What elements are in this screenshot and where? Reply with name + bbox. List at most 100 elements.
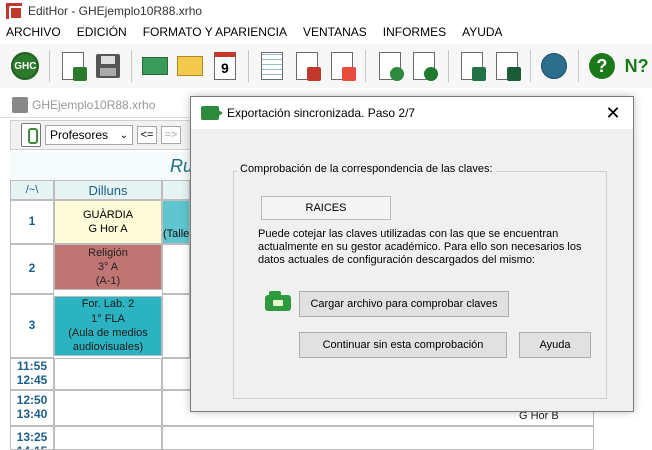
toolbar-separator [48, 50, 50, 82]
menu-ayuda[interactable]: AYUDA [454, 25, 510, 39]
web-multi-button[interactable] [409, 48, 440, 84]
row-label-time-2: 12:50 13:40 [10, 390, 54, 426]
toolbar-separator [577, 50, 579, 82]
row-label-time-3: 13:25 14:15 [10, 426, 54, 450]
app-title: EditHor - GHEjemplo10R88.xrho [28, 4, 203, 18]
grid-edit-icon [261, 52, 284, 80]
cell-text: (Talle [163, 227, 190, 240]
web-export-icon [378, 52, 404, 81]
toolbar-separator [248, 50, 250, 82]
users-icon [541, 53, 568, 79]
pdf-button[interactable] [292, 48, 323, 84]
edit-grid-button[interactable] [257, 48, 288, 84]
excel-multi-button[interactable] [491, 48, 522, 84]
cell-empty[interactable] [54, 390, 162, 426]
day-header-dilluns[interactable]: Dilluns [54, 180, 162, 200]
chevron-down-icon: ⌄ [119, 129, 128, 141]
cell-text: (A-1) [95, 275, 121, 288]
app-icon [6, 3, 23, 20]
menu-ventanas[interactable]: VENTANAS [295, 25, 375, 39]
cell-fol[interactable]: For. Lab. 2 1° FLA (Aula de medios audio… [54, 296, 162, 356]
load-file-button[interactable]: Cargar archivo para comprobar claves [299, 291, 509, 317]
menu-archivo[interactable]: ARCHIVO [0, 25, 69, 39]
view-select-value: Profesores [50, 128, 109, 142]
briefcase-icon [265, 291, 291, 311]
ghc-button[interactable]: GHC [10, 48, 41, 84]
cell-empty[interactable] [54, 426, 162, 450]
cell-text: (Aula de medios [68, 327, 148, 339]
grid-banner [10, 152, 190, 180]
cell-text: Religión [88, 246, 128, 259]
next-button[interactable]: => [161, 126, 181, 144]
cell-taller[interactable]: (Talle [162, 200, 190, 244]
excel-icon [460, 52, 486, 81]
export-icon [142, 57, 169, 75]
open-ghc-icon [61, 52, 87, 81]
pdf-multi-icon [330, 52, 356, 81]
menu-bar: ARCHIVO EDICIÓN FORMATO Y APARIENCIA VEN… [0, 22, 652, 42]
help-dialog-button[interactable]: Ayuda [519, 332, 591, 358]
child-toolbar: Profesores ⌄ <= => [10, 120, 192, 150]
help-icon: ? [588, 53, 615, 79]
cell-text: For. Lab. 2 [81, 298, 135, 311]
prev-button[interactable]: <= [137, 126, 157, 144]
row-label-2: 2 [10, 244, 54, 294]
dialog-titlebar: Exportación sincronizada. Paso 2/7 ✕ [191, 97, 633, 129]
row-label-3: 3 [10, 294, 54, 358]
save-button[interactable] [92, 48, 123, 84]
web-multi-icon [413, 52, 439, 81]
day-header-next [162, 180, 190, 200]
context-help-icon: N? [624, 55, 649, 76]
cell-guardia[interactable]: GUÀRDIA G Hor A [54, 200, 162, 244]
calendar-button[interactable]: 9 [209, 48, 240, 84]
toolbar-separator [530, 50, 531, 82]
row-label-1: 1 [10, 200, 54, 244]
cell-empty[interactable] [162, 426, 594, 450]
export-icon [201, 106, 223, 120]
cell-religion[interactable]: Religión 3° A (A-1) [54, 244, 162, 290]
menu-informes[interactable]: INFORMES [375, 25, 454, 39]
excel-button[interactable] [457, 48, 488, 84]
users-button[interactable] [539, 48, 570, 84]
cell-text: audiovisuales) [72, 341, 144, 354]
save-icon [95, 54, 120, 78]
row-label-time-1: 11:55 12:45 [10, 358, 54, 390]
corner-header: /~\ [10, 180, 54, 200]
child-window-title: GHEjemplo10R88.xrho [32, 97, 156, 112]
export-dialog: Exportación sincronizada. Paso 2/7 ✕ Com… [190, 96, 634, 412]
cell-text: 1° FLA [91, 312, 125, 325]
web-export-button[interactable] [374, 48, 405, 84]
app-titlebar: EditHor - GHEjemplo10R88.xrho [0, 0, 652, 22]
export-button[interactable] [140, 48, 171, 84]
import-button[interactable] [175, 48, 206, 84]
main-toolbar: GHC 9 ? N? [0, 44, 652, 88]
toolbar-separator [447, 50, 449, 82]
help-button[interactable]: ? [587, 48, 618, 84]
cell-text: G Hor A [88, 223, 128, 235]
child-window-titlebar: GHEjemplo10R88.xrho [0, 92, 190, 118]
cell-empty[interactable] [162, 294, 190, 358]
menu-formato[interactable]: FORMATO Y APARIENCIA [135, 25, 295, 39]
dialog-title: Exportación sincronizada. Paso 2/7 [227, 106, 416, 120]
cell-empty[interactable] [162, 244, 190, 294]
cell-text: GUÀRDIA [82, 208, 134, 221]
calendar-icon: 9 [213, 52, 236, 80]
view-select[interactable]: Profesores ⌄ [45, 125, 133, 145]
key-value: RAICES [305, 202, 347, 214]
excel-multi-icon [495, 52, 521, 81]
dialog-description: Puede cotejar las claves utilizadas con … [258, 228, 582, 266]
cell-text: 3° A [97, 260, 119, 273]
attach-icon[interactable] [21, 123, 41, 147]
continue-button[interactable]: Continuar sin esta comprobación [299, 332, 507, 358]
group-label: Comprobación de la correspondencia de la… [237, 163, 496, 175]
key-value-box: RAICES [261, 196, 391, 220]
import-folder-icon [177, 56, 204, 76]
pdf-multi-button[interactable] [327, 48, 358, 84]
open-ghc-button[interactable] [58, 48, 89, 84]
menu-edicion[interactable]: EDICIÓN [69, 25, 135, 39]
context-help-button[interactable]: N? [621, 48, 652, 84]
cell-empty[interactable] [54, 358, 162, 390]
pdf-icon [296, 52, 322, 81]
close-icon[interactable]: ✕ [603, 103, 623, 123]
ghc-icon: GHC [11, 52, 40, 80]
